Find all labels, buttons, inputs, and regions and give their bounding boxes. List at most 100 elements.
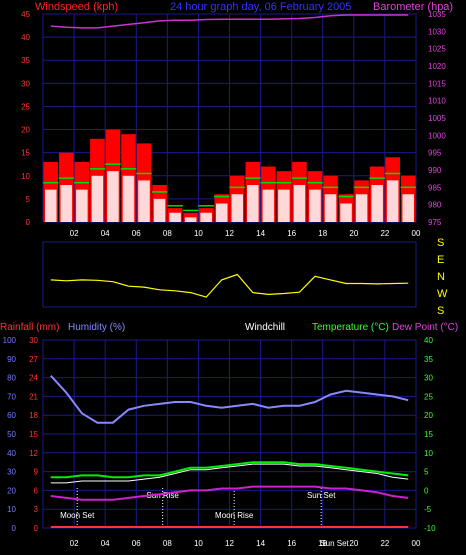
dewpoint-axis-label: Dew Point (°C) xyxy=(392,322,458,333)
humidity-tick-label: 30 xyxy=(7,468,16,477)
wind-direction-panel: SENWS xyxy=(42,237,448,317)
hour-tick-label: 00 xyxy=(412,539,421,548)
temperature-tick-label: 30 xyxy=(424,374,433,383)
hour-tick-label: 14 xyxy=(256,539,265,548)
temperature-panel: Moon SetSun RiseMoon RiseSun Set 0102030… xyxy=(0,322,458,548)
average-wind-bar xyxy=(262,189,275,222)
windspeed-tick-label: 35 xyxy=(21,56,30,65)
average-wind-bar xyxy=(215,203,228,222)
hour-tick-label: 00 xyxy=(412,229,421,238)
weather-chart: 051015202530354045 975980985990995100010… xyxy=(0,1,458,548)
rainfall-tick-label: 30 xyxy=(29,336,38,345)
direction-label: E xyxy=(437,254,444,266)
hour-tick-label: 20 xyxy=(349,229,358,238)
temperature-tick-label: 10 xyxy=(424,449,433,458)
average-wind-bar xyxy=(386,180,399,222)
temperature-axis-label: Temperature (°C) xyxy=(312,322,389,333)
humidity-tick-label: 10 xyxy=(7,505,16,514)
temperature-tick-label: -10 xyxy=(424,524,436,533)
hour-tick-label: 10 xyxy=(194,539,203,548)
hour-tick-label: 06 xyxy=(132,539,141,548)
hour-tick-label: 12 xyxy=(225,539,234,548)
windspeed-axis-label: Windspeed (kph) xyxy=(35,1,118,13)
average-wind-bar xyxy=(169,212,181,222)
temperature-tick-label: 0 xyxy=(424,486,429,495)
average-wind-bar xyxy=(278,189,290,222)
humidity-tick-label: 90 xyxy=(7,355,16,364)
hour-tick-label: 16 xyxy=(287,539,296,548)
rainfall-tick-label: 21 xyxy=(29,392,38,401)
hour-tick-label: 06 xyxy=(132,229,141,238)
rainfall-tick-label: 3 xyxy=(34,505,39,514)
average-wind-bar xyxy=(107,171,119,222)
event-annotation: Sun Set xyxy=(307,491,336,500)
windspeed-tick-label: 40 xyxy=(21,33,30,42)
event-annotation: Moon Set xyxy=(60,511,95,520)
hour-tick-label: 12 xyxy=(225,229,234,238)
humidity-tick-label: 20 xyxy=(7,486,16,495)
barometer-tick-label: 1025 xyxy=(428,45,446,54)
chart-title: 24 hour graph day, 06 February 2005 xyxy=(170,1,351,13)
rainfall-tick-label: 9 xyxy=(34,468,39,477)
rainfall-axis-label: Rainfall (mm) xyxy=(0,322,59,333)
windspeed-tick-label: 15 xyxy=(21,149,30,158)
hour-tick-label: 20 xyxy=(349,539,358,548)
rainfall-tick-label: 0 xyxy=(34,524,39,533)
barometer-tick-label: 1000 xyxy=(428,131,446,140)
temperature-tick-label: -5 xyxy=(424,505,432,514)
windspeed-tick-label: 25 xyxy=(21,102,30,111)
average-wind-bar xyxy=(324,194,337,222)
average-wind-bar xyxy=(402,194,414,222)
average-wind-bar xyxy=(153,198,166,222)
hour-tick-label: 08 xyxy=(163,229,172,238)
average-wind-bar xyxy=(91,175,104,222)
sunset-tick-label: Sun Set xyxy=(320,539,349,548)
temperature-tick-label: 20 xyxy=(424,411,433,420)
average-wind-bar xyxy=(76,189,88,222)
windchill-axis-label: Windchill xyxy=(245,322,285,333)
hour-tick-label: 14 xyxy=(256,229,265,238)
barometer-tick-label: 975 xyxy=(428,218,442,227)
barometer-tick-label: 985 xyxy=(428,183,442,192)
wind-barometer-panel: 051015202530354045 975980985990995100010… xyxy=(21,1,453,238)
direction-label: N xyxy=(437,271,445,283)
hour-tick-label: 10 xyxy=(194,229,203,238)
hour-tick-label: 02 xyxy=(70,229,79,238)
rainfall-tick-label: 27 xyxy=(29,355,38,364)
barometer-tick-label: 980 xyxy=(428,201,442,210)
humidity-tick-label: 50 xyxy=(7,430,16,439)
direction-label: S xyxy=(437,237,444,249)
rainfall-tick-label: 12 xyxy=(29,449,38,458)
windspeed-tick-label: 0 xyxy=(26,218,31,227)
temperature-tick-label: 35 xyxy=(424,355,433,364)
average-wind-bar xyxy=(122,175,135,222)
humidity-tick-label: 60 xyxy=(7,411,16,420)
hour-tick-label: 08 xyxy=(163,539,172,548)
hour-tick-label: 04 xyxy=(101,229,110,238)
direction-label: S xyxy=(437,305,444,317)
barometer-tick-label: 1005 xyxy=(428,114,446,123)
average-wind-bar xyxy=(231,194,244,222)
windspeed-tick-label: 5 xyxy=(26,195,31,204)
hour-tick-label: 22 xyxy=(380,539,389,548)
rainfall-tick-label: 18 xyxy=(29,411,38,420)
humidity-tick-label: 40 xyxy=(7,449,16,458)
windspeed-tick-label: 20 xyxy=(21,126,30,135)
windspeed-tick-label: 30 xyxy=(21,79,30,88)
hour-tick-label: 16 xyxy=(287,229,296,238)
rainfall-tick-label: 6 xyxy=(34,486,39,495)
hour-tick-label: 04 xyxy=(101,539,110,548)
rainfall-tick-label: 15 xyxy=(29,430,38,439)
average-wind-bar xyxy=(355,194,368,222)
hour-tick-label: 22 xyxy=(380,229,389,238)
rainfall-tick-label: 24 xyxy=(29,374,38,383)
event-annotation: Moon Rise xyxy=(215,511,254,520)
humidity-tick-label: 0 xyxy=(12,524,17,533)
average-wind-bar xyxy=(293,185,306,222)
barometer-tick-label: 1010 xyxy=(428,97,446,106)
humidity-axis-label: Humidity (%) xyxy=(68,322,125,333)
direction-plot-frame xyxy=(42,241,417,308)
average-wind-bar xyxy=(184,217,197,222)
windspeed-tick-label: 10 xyxy=(21,172,30,181)
barometer-tick-label: 990 xyxy=(428,166,442,175)
